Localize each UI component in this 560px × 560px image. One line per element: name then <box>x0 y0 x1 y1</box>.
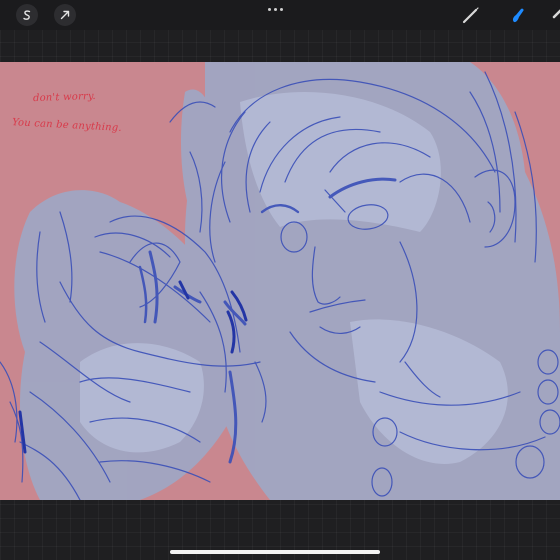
drawing-canvas[interactable]: don't worry. You can be anything. <box>0 62 560 500</box>
brush-icon <box>462 7 479 24</box>
eraser-icon <box>552 9 560 19</box>
canvas-note-line-1: don't worry. <box>32 90 97 105</box>
selection-button[interactable] <box>16 4 38 26</box>
home-indicator[interactable] <box>170 550 380 554</box>
top-toolbar <box>0 0 560 30</box>
selection-s-icon <box>23 10 31 20</box>
more-dots-icon <box>267 7 271 11</box>
transform-arrow-icon <box>60 10 70 20</box>
smudge-icon <box>512 8 524 23</box>
more-options-button[interactable] <box>260 4 290 14</box>
transform-button[interactable] <box>54 4 76 26</box>
smudge-tool-button[interactable] <box>507 4 529 26</box>
eraser-tool-button[interactable] <box>548 4 560 26</box>
brush-tool-button[interactable] <box>460 4 482 26</box>
